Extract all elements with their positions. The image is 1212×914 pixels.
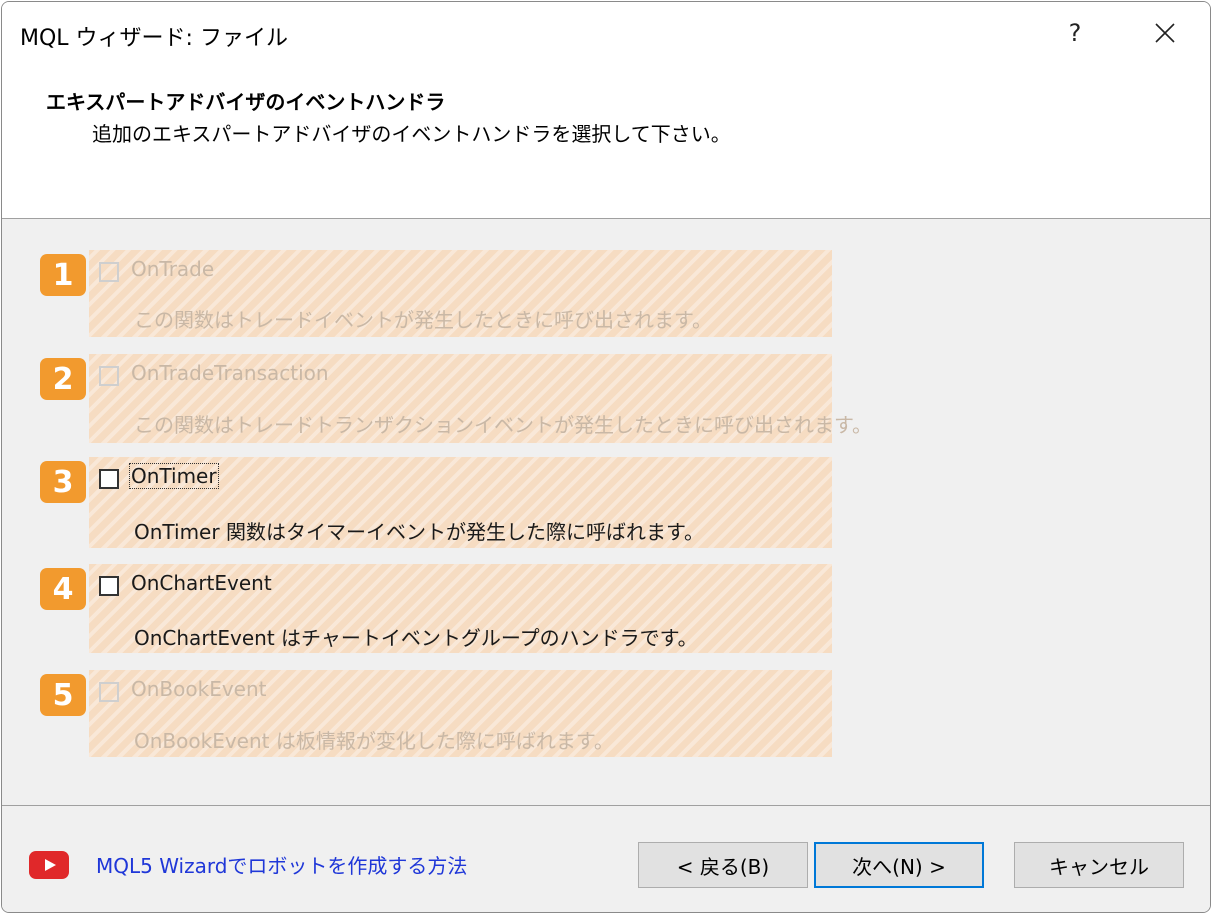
handler-list: 1 OnTrade この関数はトレードイベントが発生したときに呼び出されます。 … — [2, 219, 1210, 806]
title-bar: MQL ウィザード: ファイル ? — [2, 2, 1210, 64]
ontrade-checkbox[interactable] — [99, 262, 119, 282]
window-title: MQL ウィザード: ファイル — [20, 26, 288, 51]
help-video-link[interactable]: MQL5 Wizardでロボットを作成する方法 — [96, 850, 467, 879]
step-badge: 3 — [40, 461, 86, 503]
ontimer-checkbox[interactable] — [99, 469, 119, 489]
close-button[interactable] — [1140, 6, 1190, 60]
handler-onchartevent: 4 OnChartEvent OnChartEvent はチャートイベントグルー… — [40, 564, 832, 653]
next-button[interactable]: 次へ(N) > — [814, 842, 984, 888]
close-icon — [1155, 23, 1175, 43]
step-badge: 4 — [40, 568, 86, 610]
handler-ontradetransaction: 2 OnTradeTransaction この関数はトレードトランザクションイベ… — [40, 354, 872, 443]
wizard-header: エキスパートアドバイザのイベントハンドラ 追加のエキスパートアドバイザのイベント… — [2, 64, 1210, 219]
onbookevent-checkbox[interactable] — [99, 682, 119, 702]
wizard-footer: MQL5 Wizardでロボットを作成する方法 < 戻る(B) 次へ(N) > … — [2, 806, 1210, 912]
onbookevent-label: OnBookEvent — [131, 677, 267, 701]
help-icon: ? — [1068, 19, 1082, 47]
ontradetransaction-label: OnTradeTransaction — [131, 361, 329, 385]
onchartevent-description: OnChartEvent はチャートイベントグループのハンドラです。 — [134, 626, 698, 650]
handler-onbookevent: 5 OnBookEvent OnBookEvent は板情報が変化した際に呼ばれ… — [40, 670, 832, 757]
ontradetransaction-checkbox[interactable] — [99, 366, 119, 386]
back-button[interactable]: < 戻る(B) — [638, 842, 808, 888]
wizard-window: MQL ウィザード: ファイル ? エキスパートアドバイザのイベントハンドラ 追… — [1, 1, 1211, 913]
youtube-icon[interactable] — [29, 851, 69, 879]
cancel-button[interactable]: キャンセル — [1014, 842, 1184, 888]
page-subtitle: 追加のエキスパートアドバイザのイベントハンドラを選択して下さい。 — [92, 122, 731, 146]
help-button[interactable]: ? — [1050, 6, 1100, 60]
onchartevent-checkbox[interactable] — [99, 576, 119, 596]
ontrade-label: OnTrade — [131, 257, 215, 281]
step-badge: 1 — [40, 254, 86, 296]
step-badge: 5 — [40, 674, 86, 716]
page-title: エキスパートアドバイザのイベントハンドラ — [46, 90, 446, 114]
ontimer-description: OnTimer 関数はタイマーイベントが発生した際に呼ばれます。 — [134, 520, 704, 544]
handler-ontimer: 3 OnTimer OnTimer 関数はタイマーイベントが発生した際に呼ばれま… — [40, 457, 832, 548]
onchartevent-label[interactable]: OnChartEvent — [130, 571, 273, 595]
step-badge: 2 — [40, 358, 86, 400]
ontimer-label[interactable]: OnTimer — [129, 463, 219, 489]
handler-ontrade: 1 OnTrade この関数はトレードイベントが発生したときに呼び出されます。 — [40, 250, 832, 337]
ontrade-description: この関数はトレードイベントが発生したときに呼び出されます。 — [134, 308, 712, 332]
ontradetransaction-description: この関数はトレードトランザクションイベントが発生したときに呼び出されます。 — [134, 413, 872, 437]
onbookevent-description: OnBookEvent は板情報が変化した際に呼ばれます。 — [134, 729, 614, 753]
